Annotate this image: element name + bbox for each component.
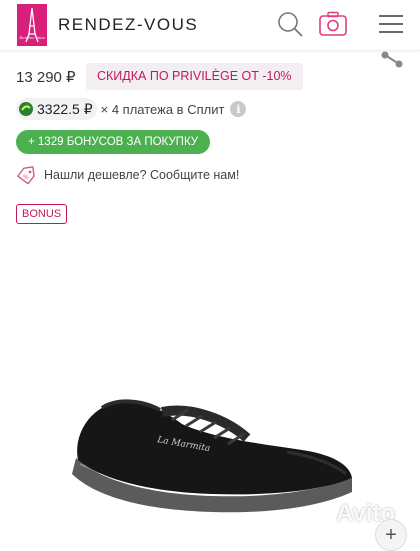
split-logo-icon xyxy=(19,102,33,116)
split-amount-pill: 3322.5 ₽ xyxy=(16,98,97,120)
svg-text:%: % xyxy=(23,174,29,181)
app-header: Rendez-Vous RENDEZ-VOUS xyxy=(0,0,420,51)
found-cheaper-text: Нашли дешевле? Сообщите нам! xyxy=(44,168,240,182)
product-price: 13 290 ₽ xyxy=(16,69,76,86)
split-amount: 3322.5 ₽ xyxy=(37,100,93,117)
price-tag-icon: % xyxy=(16,166,35,184)
bonus-badge: BONUS xyxy=(16,204,68,224)
camera-icon[interactable] xyxy=(318,10,348,43)
split-payment-row[interactable]: 3322.5 ₽ × 4 платежа в Сплит i xyxy=(16,98,247,120)
found-cheaper-link[interactable]: % Нашли дешевле? Сообщите нам! xyxy=(16,166,239,184)
split-description: × 4 платежа в Сплит xyxy=(100,101,225,117)
avito-logo-icon xyxy=(314,506,333,523)
menu-icon[interactable] xyxy=(378,14,404,39)
search-icon[interactable] xyxy=(276,10,304,43)
brand-logo[interactable]: Rendez-Vous xyxy=(17,4,47,46)
privilege-discount-badge[interactable]: СКИДКА ПО PRIVILÈGE ОТ -10% xyxy=(86,63,303,90)
brand-name[interactable]: RENDEZ-VOUS xyxy=(58,15,198,35)
zoom-plus-button[interactable]: + xyxy=(375,519,407,551)
share-icon[interactable] xyxy=(380,50,404,75)
logo-text: Rendez-Vous xyxy=(18,35,45,40)
bonus-button[interactable]: + 1329 БОНУСОВ ЗА ПОКУПКУ xyxy=(16,130,211,154)
info-icon[interactable]: i xyxy=(230,101,247,117)
eiffel-tower-icon: Rendez-Vous xyxy=(18,7,45,43)
plus-icon: + xyxy=(385,523,397,546)
